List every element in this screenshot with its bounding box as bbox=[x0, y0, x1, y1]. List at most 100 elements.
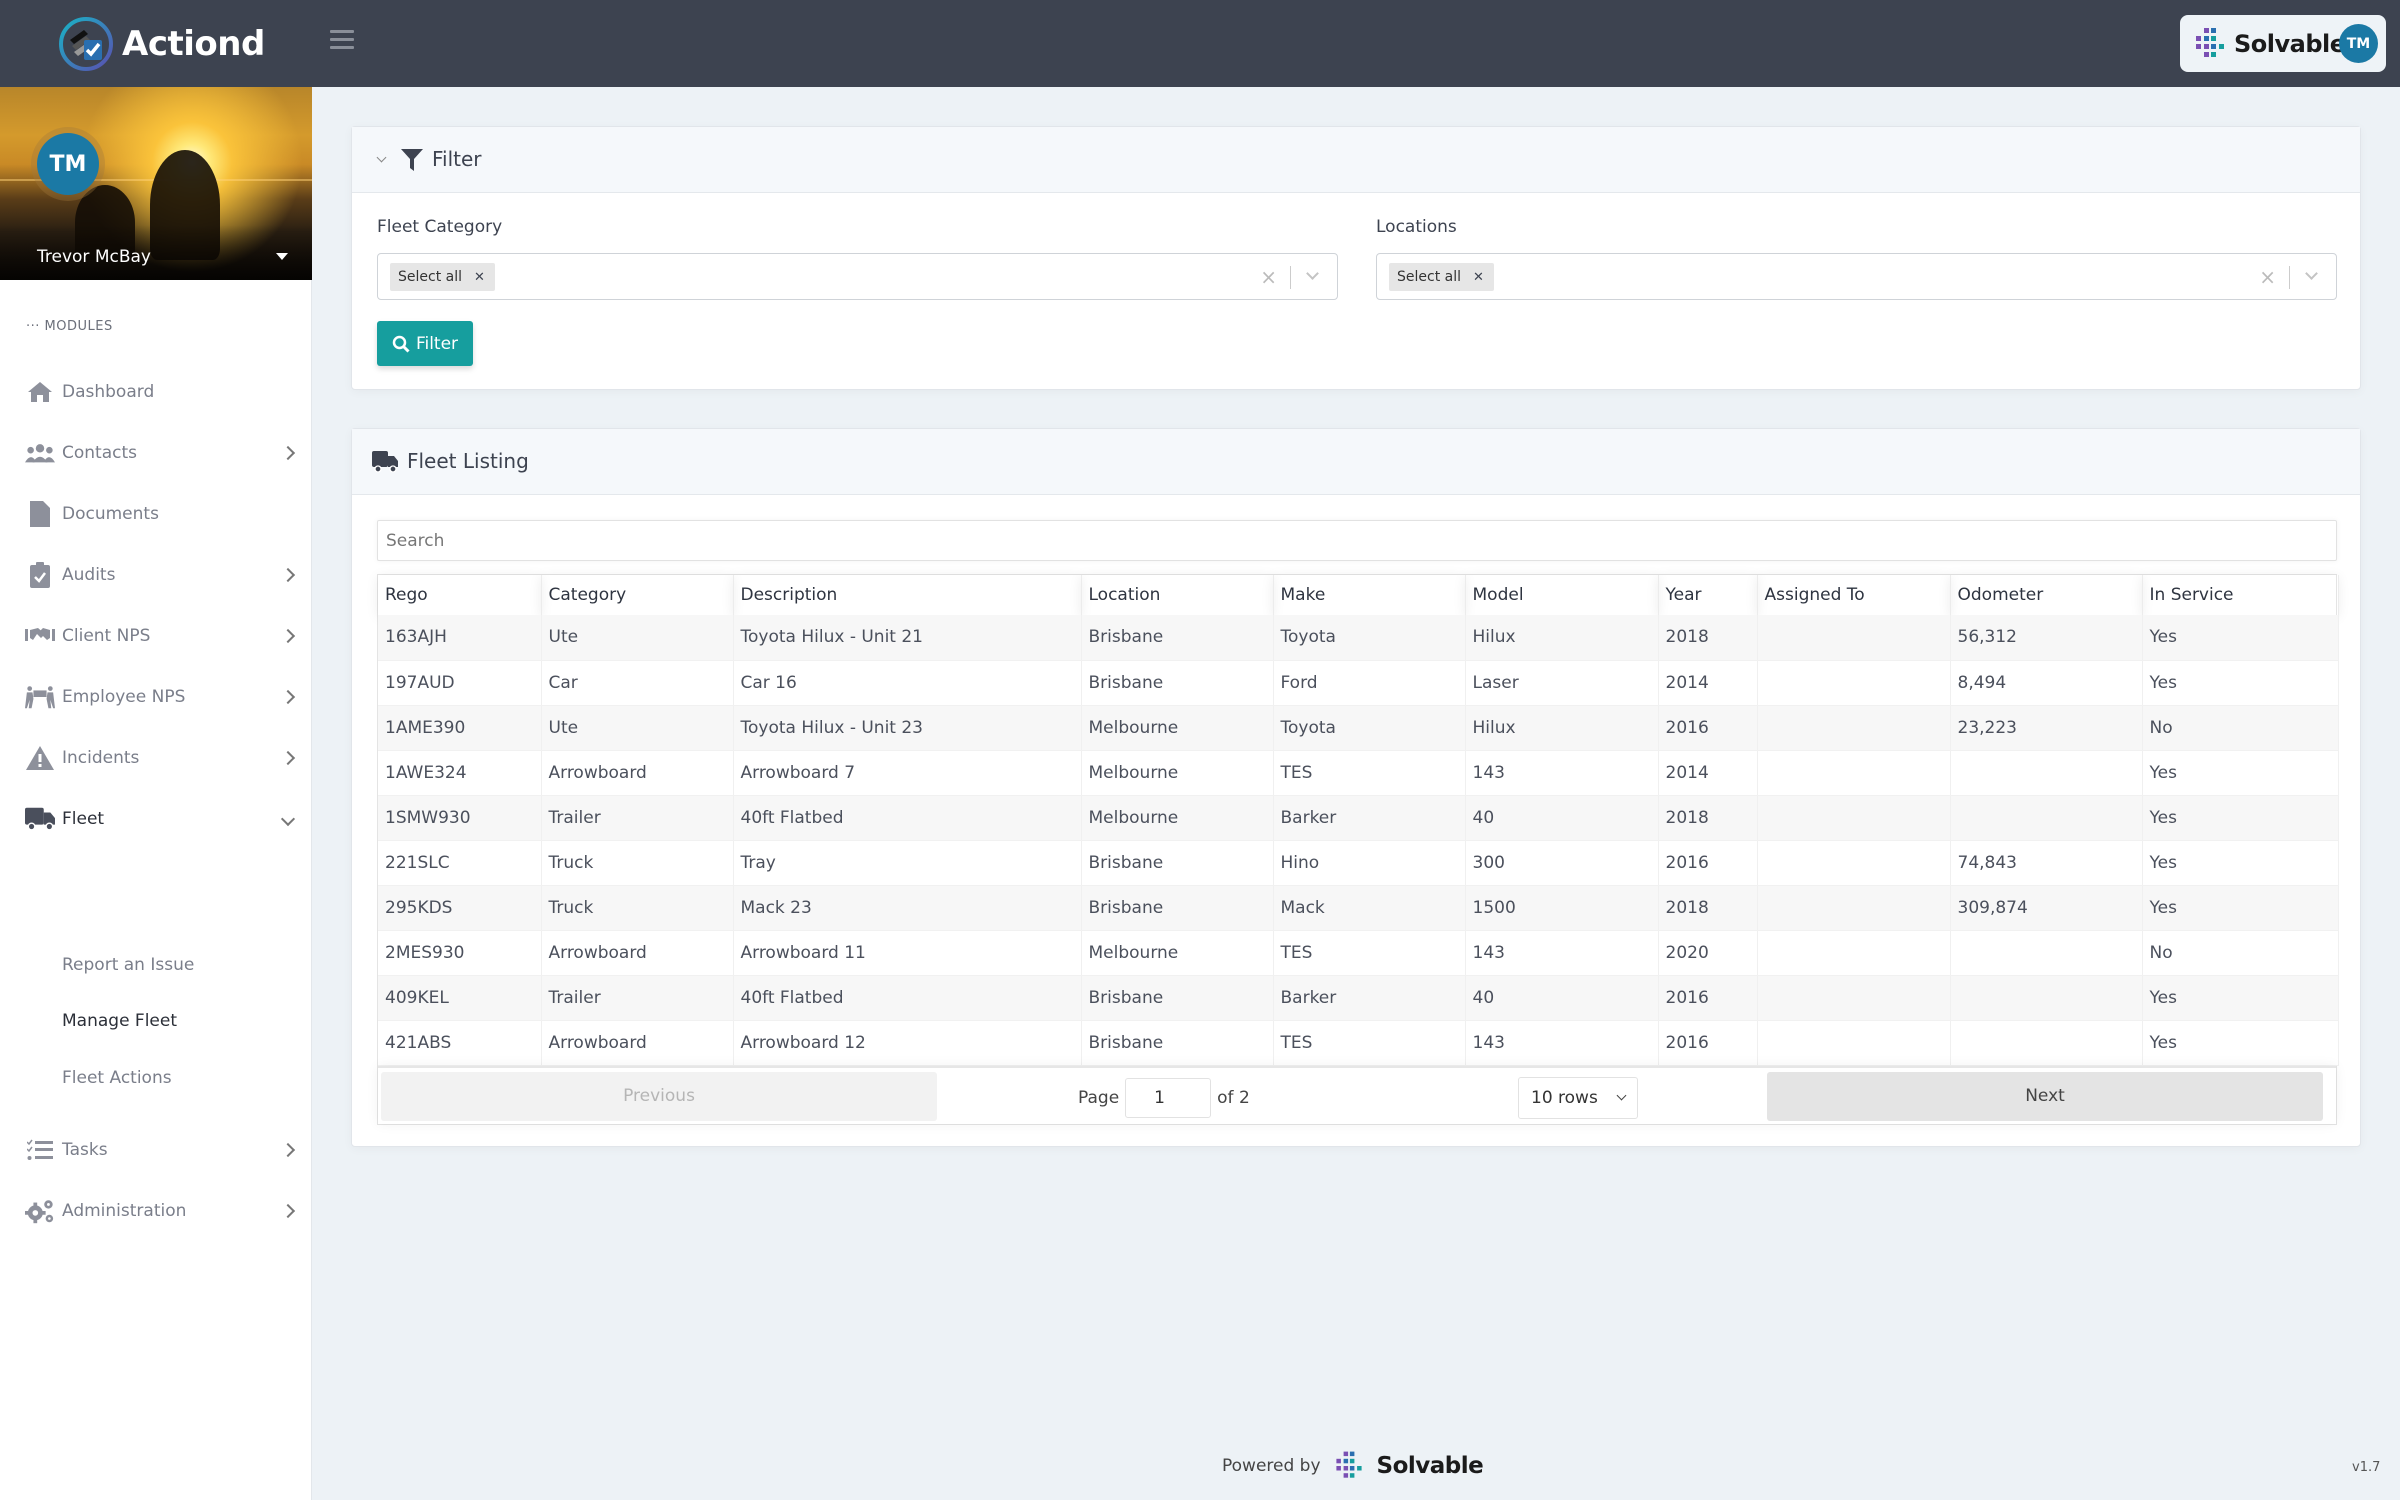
sidebar-subitem-manage-fleet[interactable]: Manage Fleet bbox=[62, 1011, 177, 1031]
cell-description: Tray bbox=[733, 840, 1082, 886]
sidebar-item-audits[interactable]: Audits bbox=[0, 553, 312, 597]
chevron-down-icon bbox=[1616, 1090, 1627, 1100]
sidebar-item-documents[interactable]: Documents bbox=[0, 492, 312, 536]
sidebar-subitem-fleet-actions[interactable]: Fleet Actions bbox=[62, 1068, 172, 1088]
clear-selection-icon[interactable]: × bbox=[1260, 265, 1277, 289]
collapse-chevron-icon[interactable] bbox=[376, 152, 387, 163]
table-body: 163AJH Ute Toyota Hilux - Unit 21 Brisbane T… bbox=[378, 615, 2339, 1066]
cell-location: Brisbane bbox=[1081, 975, 1274, 1021]
table-row[interactable]: 295KDS Truck Mack 23 Brisbane Mack 1500 2018 30… bbox=[378, 885, 2339, 931]
table-row[interactable]: 2MES930 Arrowboard Arrowboard 11 Melbourne T… bbox=[378, 930, 2339, 976]
cell-category: Ute bbox=[541, 705, 734, 751]
user-menu-caret-icon[interactable] bbox=[276, 253, 288, 260]
fleet-listing-title: Fleet Listing bbox=[407, 449, 529, 473]
next-button[interactable]: Next bbox=[1767, 1071, 2323, 1121]
cell-location: Brisbane bbox=[1081, 1020, 1274, 1066]
sidebar-subitem-report-an-issue[interactable]: Report an Issue bbox=[62, 955, 194, 975]
sidebar-item-client-nps[interactable]: Client NPS bbox=[0, 614, 312, 658]
cell-model: Laser bbox=[1465, 660, 1659, 706]
user-avatar[interactable]: TM bbox=[37, 133, 99, 195]
table-row[interactable]: 1AME390 Ute Toyota Hilux - Unit 23 Melbourn… bbox=[378, 705, 2339, 751]
chevron-down-icon bbox=[280, 811, 296, 827]
table-row[interactable]: 163AJH Ute Toyota Hilux - Unit 21 Brisbane T… bbox=[378, 615, 2339, 661]
table-row[interactable]: 421ABS Arrowboard Arrowboard 12 Brisbane TES… bbox=[378, 1020, 2339, 1066]
cell-model: 143 bbox=[1465, 750, 1659, 796]
column-header-category[interactable]: Category bbox=[541, 575, 734, 615]
column-header-model[interactable]: Model bbox=[1465, 575, 1659, 615]
remove-chip-icon[interactable]: ✕ bbox=[474, 270, 485, 285]
sidebar-item-contacts[interactable]: Contacts bbox=[0, 431, 312, 475]
cell-year: 2016 bbox=[1658, 705, 1758, 751]
locations-select[interactable]: Select all ✕ × bbox=[1376, 253, 2337, 300]
user-avatar-small[interactable]: TM bbox=[2339, 24, 2378, 63]
fleet-category-select[interactable]: Select all ✕ × bbox=[377, 253, 1338, 300]
cell-assigned-to bbox=[1757, 660, 1951, 706]
column-header-assigned-to[interactable]: Assigned To bbox=[1757, 575, 1951, 615]
table-row[interactable]: 1AWE324 Arrowboard Arrowboard 7 Melbourne TE… bbox=[378, 750, 2339, 796]
column-header-location[interactable]: Location bbox=[1081, 575, 1274, 615]
filter-panel: Filter Fleet Category Select all ✕ × Loca… bbox=[351, 126, 2361, 390]
sidebar-item-dashboard[interactable]: Dashboard bbox=[0, 370, 312, 414]
page-number-input[interactable] bbox=[1125, 1077, 1212, 1118]
search-input[interactable] bbox=[377, 520, 2337, 561]
cell-category: Trailer bbox=[541, 795, 734, 841]
column-header-in-service[interactable]: In Service bbox=[2142, 575, 2339, 615]
cell-odometer: 309,874 bbox=[1950, 885, 2143, 931]
cell-year: 2016 bbox=[1658, 1020, 1758, 1066]
chevron-down-icon[interactable] bbox=[2305, 267, 2318, 280]
table-row[interactable]: 1SMW930 Trailer 40ft Flatbed Melbourne Barke… bbox=[378, 795, 2339, 841]
cell-model: 143 bbox=[1465, 930, 1659, 976]
cell-category: Truck bbox=[541, 840, 734, 886]
cell-odometer bbox=[1950, 1020, 2143, 1066]
table-row[interactable]: 221SLC Truck Tray Brisbane Hino 300 2016 74,843… bbox=[378, 840, 2339, 886]
table-row[interactable]: 409KEL Trailer 40ft Flatbed Brisbane Barker 4… bbox=[378, 975, 2339, 1021]
cell-assigned-to bbox=[1757, 1020, 1951, 1066]
sidebar: TM Trevor McBay ··· MODULES Dashboard Co… bbox=[0, 87, 312, 1500]
column-header-rego[interactable]: Rego bbox=[378, 575, 542, 615]
sidebar-item-tasks[interactable]: Tasks bbox=[0, 1128, 312, 1172]
sidebar-item-incidents[interactable]: Incidents bbox=[0, 736, 312, 780]
table-header-row: Rego Category Description Location Make … bbox=[378, 575, 2339, 615]
cell-description: 40ft Flatbed bbox=[733, 975, 1082, 1021]
cell-make: Ford bbox=[1273, 660, 1466, 706]
menu-toggle-icon[interactable] bbox=[330, 30, 354, 54]
column-header-description[interactable]: Description bbox=[733, 575, 1082, 615]
table-row[interactable]: 197AUD Car Car 16 Brisbane Ford Laser 2014 8,49… bbox=[378, 660, 2339, 706]
version-label: v1.7 bbox=[2352, 1460, 2381, 1475]
filter-button[interactable]: Filter bbox=[377, 321, 473, 366]
filter-panel-header[interactable]: Filter bbox=[352, 127, 2360, 193]
cell-assigned-to bbox=[1757, 885, 1951, 931]
cell-make: Toyota bbox=[1273, 615, 1466, 661]
sidebar-item-fleet[interactable]: Fleet bbox=[0, 797, 312, 841]
sidebar-item-label: Tasks bbox=[62, 1140, 108, 1160]
column-header-make[interactable]: Make bbox=[1273, 575, 1466, 615]
sidebar-item-label: Dashboard bbox=[62, 382, 155, 402]
column-header-odometer[interactable]: Odometer bbox=[1950, 575, 2143, 615]
fleet-listing-header: Fleet Listing bbox=[352, 429, 2360, 495]
cell-location: Brisbane bbox=[1081, 660, 1274, 706]
column-header-year[interactable]: Year bbox=[1658, 575, 1758, 615]
cell-description: Car 16 bbox=[733, 660, 1082, 706]
sidebar-item-employee-nps[interactable]: Employee NPS bbox=[0, 675, 312, 719]
cell-rego: 1AME390 bbox=[378, 705, 542, 751]
cell-year: 2018 bbox=[1658, 795, 1758, 841]
partner-badge[interactable]: Solvable TM bbox=[2180, 15, 2386, 72]
cell-in-service: Yes bbox=[2142, 750, 2339, 796]
solvable-logo-icon bbox=[1335, 1451, 1362, 1478]
chevron-right-icon bbox=[280, 445, 296, 461]
brand-logo[interactable]: Actiond bbox=[58, 16, 265, 72]
document-icon bbox=[25, 500, 55, 528]
remove-chip-icon[interactable]: ✕ bbox=[1473, 270, 1484, 285]
cell-description: 40ft Flatbed bbox=[733, 795, 1082, 841]
rows-per-page-select[interactable]: 10 rows bbox=[1518, 1076, 1638, 1119]
cell-year: 2016 bbox=[1658, 840, 1758, 886]
chevron-down-icon[interactable] bbox=[1306, 267, 1319, 280]
sidebar-item-label: Audits bbox=[62, 565, 116, 585]
clear-selection-icon[interactable]: × bbox=[2259, 265, 2276, 289]
sidebar-item-administration[interactable]: Administration bbox=[0, 1189, 312, 1233]
tasks-icon bbox=[25, 1136, 55, 1164]
rows-per-page-value: 10 rows bbox=[1531, 1087, 1598, 1108]
previous-button[interactable]: Previous bbox=[381, 1071, 937, 1121]
cell-make: Mack bbox=[1273, 885, 1466, 931]
cell-in-service: No bbox=[2142, 705, 2339, 751]
